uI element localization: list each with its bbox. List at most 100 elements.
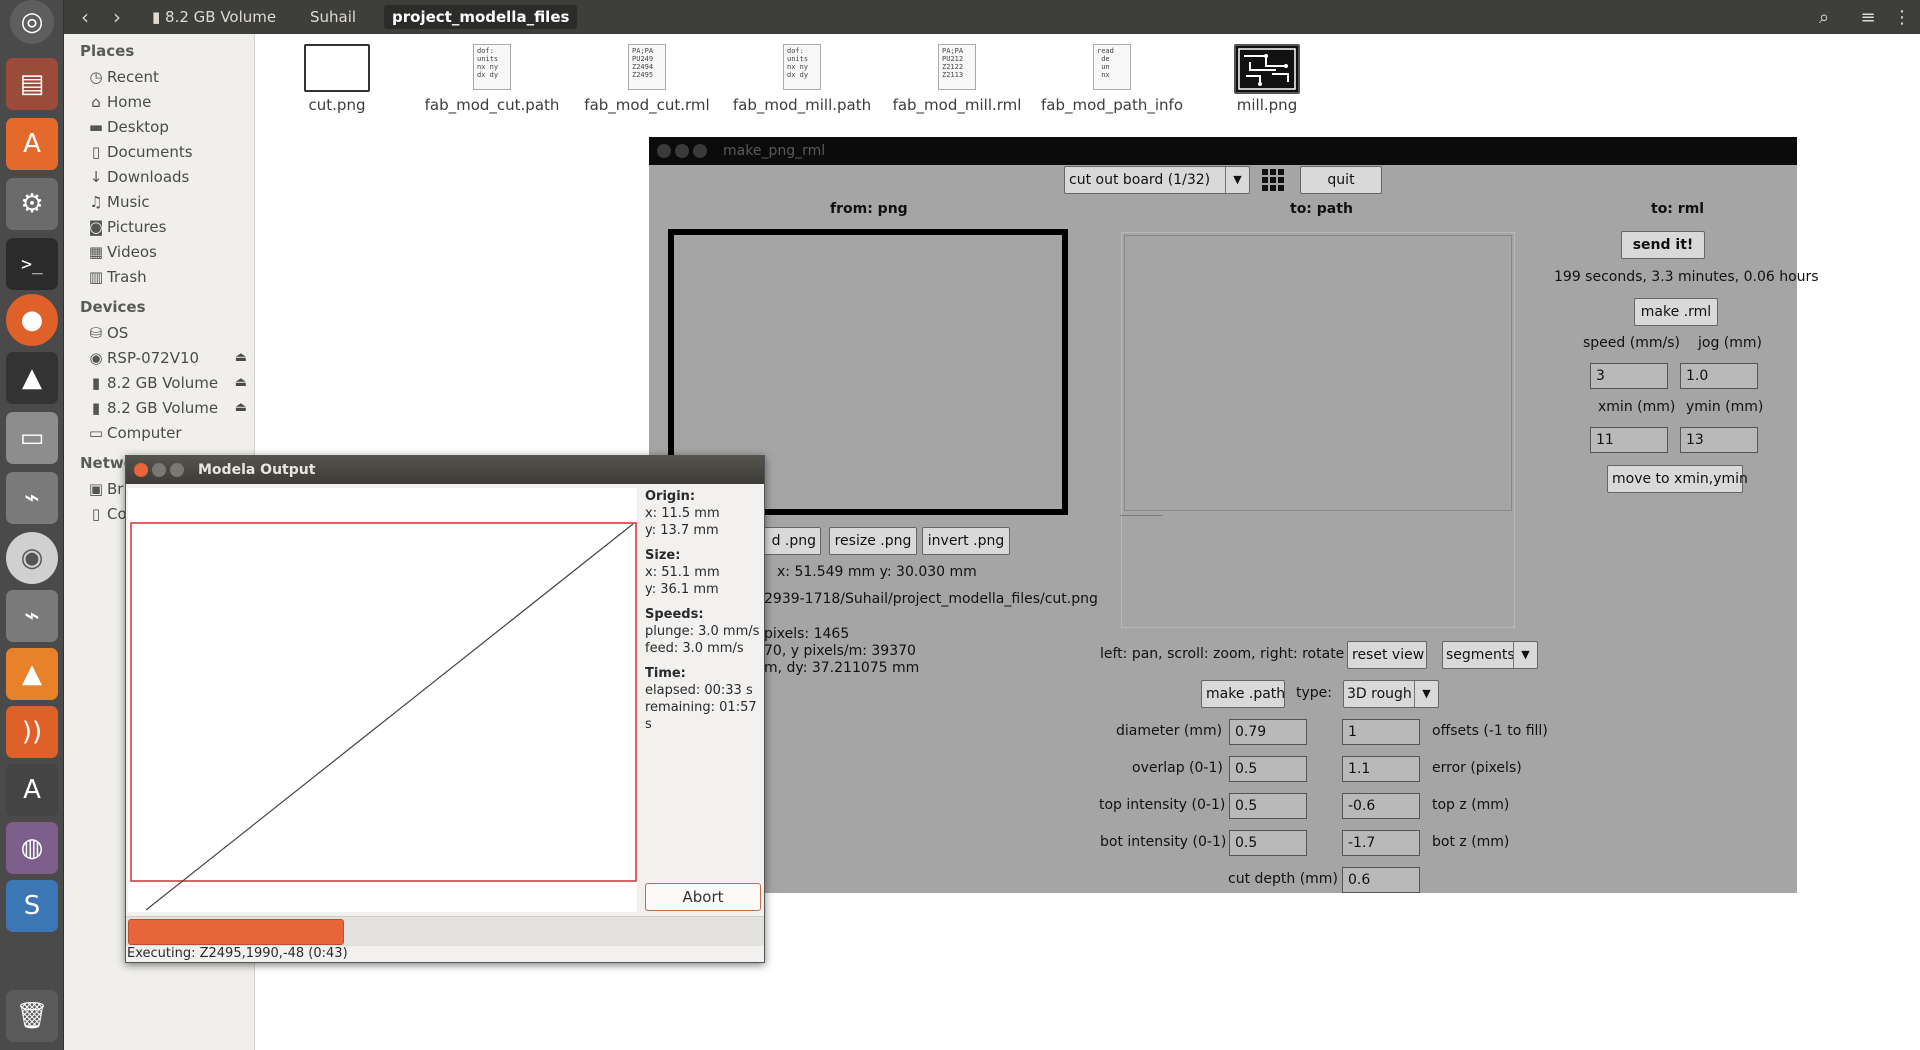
eject-icon[interactable]: ⏏	[235, 372, 247, 394]
segments-select[interactable]: segments ▼	[1442, 641, 1538, 669]
sidebar-item-pictures[interactable]: ◙ Pictures	[88, 216, 253, 238]
mode-select[interactable]: cut out board (1/32) ▼	[1064, 166, 1250, 194]
back-icon[interactable]: ‹	[70, 0, 100, 34]
software-updater-icon[interactable]: A	[6, 764, 58, 816]
cut-depth-field[interactable]: 0.6	[1342, 867, 1420, 893]
file-item[interactable]: dof: units nx ny dx dy fab_mod_cut.path	[417, 44, 567, 114]
resize-png-button[interactable]: resize .png	[829, 527, 917, 555]
quit-button[interactable]: quit	[1300, 166, 1382, 194]
file-item[interactable]: dof: units nx ny dx dy fab_mod_mill.path	[727, 44, 877, 114]
sidebar-item-videos[interactable]: ▦ Videos	[88, 241, 253, 263]
send-it-button[interactable]: send it!	[1621, 231, 1705, 259]
speed-field[interactable]: 3	[1590, 363, 1668, 389]
search-icon[interactable]: ⌕	[1806, 0, 1842, 34]
ubuntu-dash-icon[interactable]: ◎	[10, 0, 54, 44]
computer-icon: ▭	[88, 424, 104, 442]
bot-z-field[interactable]: -1.7	[1342, 830, 1420, 856]
usb-drive-icon[interactable]: ⌁	[6, 472, 58, 524]
devices-header: Devices	[80, 298, 146, 316]
minimize-icon[interactable]	[675, 144, 689, 158]
type-select[interactable]: 3D rough ▼	[1343, 680, 1439, 708]
sidebar-item-home[interactable]: ⌂ Home	[88, 91, 253, 113]
top-z-field[interactable]: -0.6	[1342, 793, 1420, 819]
xmin-field[interactable]: 11	[1590, 427, 1668, 453]
system-settings-icon[interactable]: ⚙	[6, 178, 58, 230]
to-path-header: to: path	[1290, 201, 1353, 217]
sidebar-item-recent[interactable]: ◷ Recent	[88, 66, 253, 88]
minimize-icon[interactable]	[152, 463, 166, 477]
server-icon: ▯	[91, 505, 101, 523]
file-item[interactable]: PA;PA PU212 Z2122 Z2113 fab_mod_mill.rml	[882, 44, 1032, 114]
invert-png-button[interactable]: invert .png	[922, 527, 1010, 555]
close-icon[interactable]	[657, 144, 671, 158]
software-center-icon[interactable]: A	[6, 118, 58, 170]
webcam-icon[interactable]: ◍	[6, 822, 58, 874]
file-item[interactable]: mill.png	[1192, 44, 1342, 114]
maximize-icon[interactable]	[693, 144, 707, 158]
close-icon[interactable]	[134, 463, 148, 477]
vlc-icon[interactable]: ▲	[6, 648, 58, 700]
wireless-icon[interactable]: ))	[6, 706, 58, 758]
overlap-field[interactable]: 0.5	[1229, 756, 1307, 782]
error-field[interactable]: 1.1	[1342, 756, 1420, 782]
sidebar-item-documents[interactable]: ▯ Documents	[88, 141, 253, 163]
ymin-field[interactable]: 13	[1680, 427, 1758, 453]
breadcrumb-volume[interactable]: ▮ 8.2 GB Volume	[144, 5, 284, 29]
move-to-xmin-ymin-button[interactable]: move to xmin,ymin	[1607, 465, 1748, 493]
list-view-icon[interactable]: ≡	[1850, 0, 1886, 34]
jog-field[interactable]: 1.0	[1680, 363, 1758, 389]
sidebar-item-volume-1[interactable]: ▮ 8.2 GB Volume ⏏	[88, 372, 253, 394]
python-icon[interactable]: S	[6, 880, 58, 932]
error-label: error (pixels)	[1432, 760, 1522, 776]
load-png-button[interactable]: d .png	[761, 527, 821, 555]
chevron-down-icon: ▼	[1513, 642, 1537, 668]
file-item[interactable]: PA;PA PU249 Z2494 Z2495 fab_mod_cut.rml	[572, 44, 722, 114]
hard-drive-icon[interactable]: ▭	[6, 412, 58, 464]
sidebar-item-volume-2[interactable]: ▮ 8.2 GB Volume ⏏	[88, 397, 253, 419]
forward-icon[interactable]: ›	[102, 0, 132, 34]
toolpath-boundary	[130, 522, 637, 882]
trash-icon[interactable]: 🗑	[6, 990, 58, 1042]
to-rml-header: to: rml	[1651, 201, 1705, 217]
window-title: Modela Output	[198, 462, 316, 478]
overlap-label: overlap (0-1)	[1132, 760, 1223, 776]
files-app-icon[interactable]: ▤	[6, 58, 58, 110]
usb-drive-icon[interactable]: ⌁	[6, 590, 58, 642]
text-file-icon: dof: units nx ny dx dy	[473, 44, 511, 90]
breadcrumb-project[interactable]: project_modella_files	[384, 5, 578, 29]
firefox-icon[interactable]: ●	[6, 294, 58, 346]
maximize-icon[interactable]	[170, 463, 184, 477]
make-rml-button[interactable]: make .rml	[1634, 298, 1718, 326]
file-item[interactable]: read de un nx fab_mod_path_info	[1037, 44, 1187, 114]
abort-button[interactable]: Abort	[645, 883, 761, 911]
sidebar-item-trash[interactable]: ▥ Trash	[88, 266, 253, 288]
status-text: Executing: Z2495,1990,-48 (0:43)	[127, 946, 348, 961]
sidebar-item-desktop[interactable]: ▬ Desktop	[88, 116, 253, 138]
usb-icon: ▮	[91, 374, 101, 392]
breadcrumb-suhail[interactable]: Suhail	[302, 5, 364, 29]
sidebar-item-music[interactable]: ♫ Music	[88, 191, 253, 213]
sidebar-item-computer[interactable]: ▭ Computer	[88, 422, 253, 444]
sidebar-item-rsp[interactable]: ◉ RSP-072V10 ⏏	[88, 347, 253, 369]
menu-icon[interactable]: ⋮	[1884, 0, 1920, 34]
eject-icon[interactable]: ⏏	[235, 397, 247, 419]
diameter-field[interactable]: 0.79	[1229, 719, 1307, 745]
reset-view-button[interactable]: reset view	[1347, 641, 1427, 669]
path-preview-canvas[interactable]	[1120, 232, 1515, 628]
optical-disc-icon[interactable]: ◉	[6, 532, 58, 584]
eject-icon[interactable]: ⏏	[235, 347, 247, 369]
chevron-down-icon: ▼	[1414, 681, 1438, 707]
jog-label: jog (mm)	[1698, 335, 1762, 351]
sidebar-item-downloads[interactable]: ↓ Downloads	[88, 166, 253, 188]
inkscape-icon[interactable]: ▲	[6, 352, 58, 404]
file-item[interactable]: cut.png	[262, 44, 412, 114]
terminal-icon[interactable]: >_	[6, 238, 58, 290]
top-intensity-field[interactable]: 0.5	[1229, 793, 1307, 819]
sidebar-item-os[interactable]: ⛁ OS	[88, 322, 253, 344]
bot-z-label: bot z (mm)	[1432, 834, 1510, 850]
make-path-button[interactable]: make .path	[1201, 680, 1285, 708]
offsets-field[interactable]: 1	[1342, 719, 1420, 745]
places-header: Places	[80, 42, 135, 60]
grid-icon[interactable]	[1261, 168, 1285, 192]
bot-intensity-field[interactable]: 0.5	[1229, 830, 1307, 856]
